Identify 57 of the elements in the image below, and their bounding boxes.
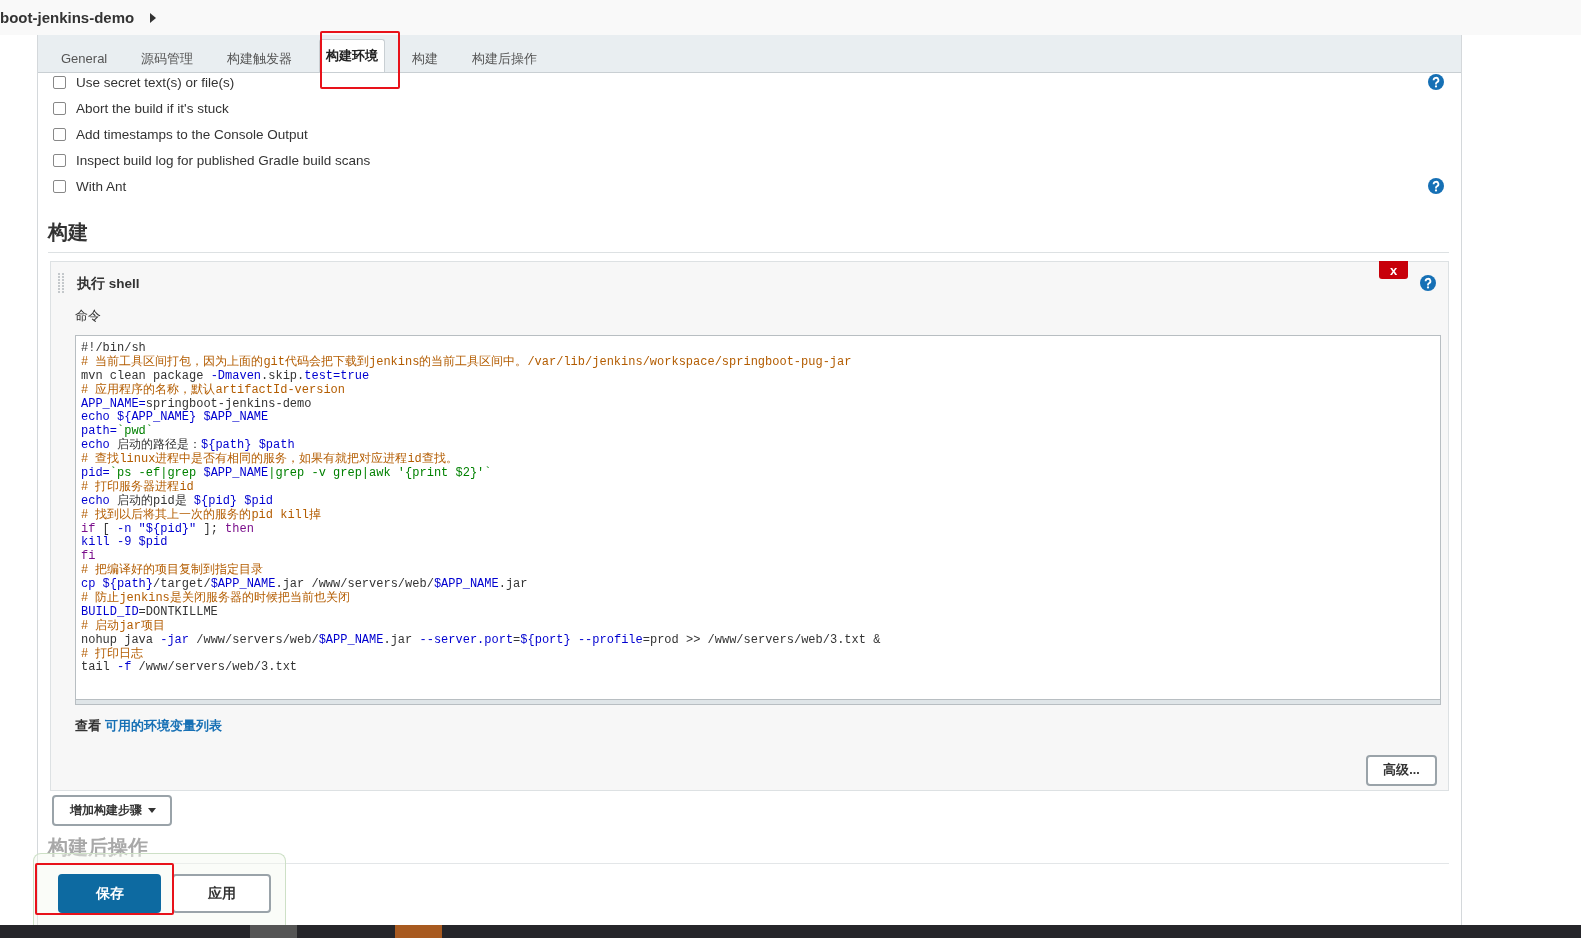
tab[interactable]: 构建后操作 — [455, 43, 555, 73]
resize-handle[interactable] — [76, 699, 1440, 704]
code-line: # 启动jar项目 — [81, 619, 166, 634]
checkbox-label: Add timestamps to the Console Output — [76, 126, 309, 142]
tab[interactable]: 源码管理 — [124, 43, 211, 73]
env-hint-text: 查看 可用的环境变量列表 — [75, 717, 223, 735]
code-line: # 查找linux进程中是否有相同的服务，如果有就把对应进程id查找。 — [81, 453, 458, 467]
code-line: # 应用程序的名称，默认artifactId-version — [81, 383, 347, 398]
checkbox[interactable] — [53, 101, 66, 115]
help-icon[interactable] — [1428, 178, 1444, 194]
checkbox[interactable] — [53, 153, 66, 167]
code-line: # 打印服务器进程id — [81, 480, 194, 494]
checkbox-label: Abort the build if it's stuck — [76, 100, 230, 116]
delete-button[interactable]: x — [1379, 261, 1408, 279]
code-line: nohup java -jar /www/servers/web/$APP_NAME.jar --server.port=${port} --profile=prod >> /www/servers/web/3.txt & — [81, 633, 882, 647]
section-heading: 构建 — [48, 219, 1449, 253]
code-line: # 打印日志 — [81, 647, 144, 661]
tab[interactable]: 构建 — [395, 43, 456, 73]
code-line: #!/bin/sh — [81, 342, 147, 355]
add-step-button[interactable]: 增加构建步骤 — [52, 795, 172, 826]
help-icon[interactable] — [1420, 275, 1436, 291]
code-line: BUILD_ID=DONTKILLME — [81, 605, 219, 619]
code-line: path=`pwd` — [81, 425, 154, 439]
checkbox-label: Inspect build log for published Gradle build scans — [76, 152, 372, 168]
checkbox[interactable] — [53, 75, 66, 89]
code-line: # 当前工具区间打包，因为上面的git代码会把下载到jenkins的当前工具区间中。/var/lib/jenkins/workspace/springboot-pug-jar — [81, 355, 853, 370]
checkbox[interactable] — [53, 127, 66, 141]
code-editor[interactable] — [75, 335, 1441, 705]
code-line: cp ${path}/target/$APP_NAME.jar /www/servers/web/$APP_NAME.jar — [81, 578, 529, 592]
field-label: 命令 — [75, 308, 102, 325]
code-line: pid=`ps -ef|grep $APP_NAME|grep -v grep|awk '{print $2}'` — [81, 467, 493, 480]
step-title: 执行 shell — [77, 275, 141, 293]
code-line: # 找到以后将其上一次的服务的pid kill掉 — [81, 508, 322, 523]
env-vars-link[interactable]: 可用的环境变量列表 — [104, 718, 222, 733]
tab[interactable]: 构建环境 — [319, 39, 386, 72]
tab[interactable]: 构建触发器 — [210, 43, 310, 73]
code-line: mvn clean package -Dmaven.skip.test=true — [81, 369, 371, 383]
tab[interactable]: General — [44, 43, 125, 73]
code-line: # 把编译好的项目复制到指定目录 — [81, 564, 265, 578]
code-line: echo 启动的pid是 ${pid} $pid — [81, 494, 275, 508]
code-line: if [ -n "${pid}" ]; then — [81, 522, 255, 536]
caret-down-icon — [148, 808, 156, 813]
apply-button[interactable]: 应用 — [172, 874, 271, 913]
help-icon[interactable] — [1428, 74, 1444, 90]
caret-right-icon — [150, 12, 157, 23]
drag-handle-icon — [57, 272, 67, 294]
code-line: fi — [81, 550, 96, 564]
checkbox-label: With Ant — [76, 178, 128, 194]
checkbox[interactable] — [53, 179, 66, 193]
code-line: APP_NAME=springboot-jenkins-demo — [81, 397, 313, 411]
advanced-button[interactable]: 高级... — [1366, 755, 1437, 786]
save-button[interactable]: 保存 — [58, 874, 161, 913]
code-line: echo ${APP_NAME} $APP_NAME — [81, 411, 270, 425]
checkbox-label: Use secret text(s) or file(s) — [76, 74, 236, 90]
breadcrumb-link[interactable]: boot-jenkins-demo — [0, 9, 135, 26]
code-line: kill -9 $pid — [81, 536, 169, 550]
code-line: tail -f /www/servers/web/3.txt — [81, 661, 299, 676]
